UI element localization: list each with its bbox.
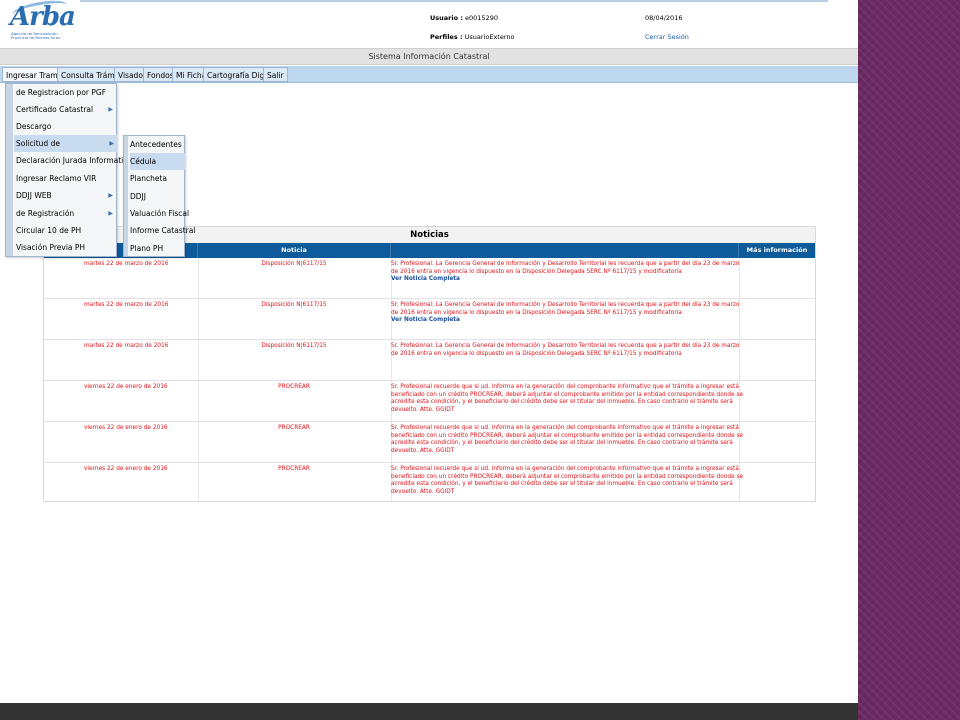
menu-salir[interactable]: Salir <box>263 67 288 82</box>
solicitud-de-submenu: Antecedentes Cédula Plancheta DDJJ Valua… <box>123 135 195 257</box>
news-date: viernes 22 de enero de 2016 <box>84 384 168 390</box>
news-header-blank <box>391 243 739 258</box>
dropdown-item-label: de Registración <box>16 209 75 218</box>
user-value: e0015290 <box>465 14 498 22</box>
dropdown-item-label: DDJJ WEB <box>16 191 52 200</box>
ver-noticia-link[interactable]: Ver Noticia Completa <box>391 276 746 284</box>
dropdown-strip <box>6 84 13 256</box>
dropdown-item-visacion-previa-ph[interactable]: Visación Previa PH <box>16 239 116 256</box>
news-header-noticia: Noticia <box>198 243 391 258</box>
ingresar-tramite-dropdown: de Registracion por PGF Certificado Cata… <box>5 83 132 257</box>
logout-link[interactable]: Cerrar Sesión <box>645 33 689 41</box>
main-menubar: Ingresar Tramite Consulta Trámite Visado… <box>0 66 858 83</box>
header-date: 08/04/2016 <box>645 14 683 22</box>
profile-info: Perfiles : UsuarioExterno <box>430 33 515 41</box>
submenu-item-informe-catastral[interactable]: Informe Catastral <box>130 222 195 239</box>
submenu-item-plancheta[interactable]: Plancheta <box>130 170 185 187</box>
news-type: PROCREAR <box>278 466 310 472</box>
user-label: Usuario : <box>430 14 463 22</box>
news-date: viernes 22 de enero de 2016 <box>84 466 168 472</box>
news-message: Sr. Profesional: La Gerencia General de … <box>391 261 746 284</box>
submenu-strip <box>124 136 128 256</box>
news-date: viernes 22 de enero de 2016 <box>84 425 168 431</box>
dropdown-item-de-registracion[interactable]: de Registración ▶ <box>16 205 116 222</box>
dropdown-item-label: Certificado Catastral <box>16 105 94 114</box>
submenu-item-plano-ph[interactable]: Plano PH <box>130 240 185 257</box>
news-message-text: Sr. Profesional: La Gerencia General de … <box>391 343 740 357</box>
dropdown-item-registracion-pgf[interactable]: de Registracion por PGF <box>16 84 116 101</box>
system-title: Sistema Información Catastral <box>0 48 858 65</box>
dropdown-item-declaracion-jurada[interactable]: Declaración Jurada Informativa <box>16 152 132 169</box>
arba-logo[interactable]: Arba Agencia de Recaudación Provincia de… <box>10 0 76 46</box>
profile-label: Perfiles : <box>430 33 463 41</box>
news-row: viernes 22 de enero de 2016 PROCREAR Sr.… <box>44 381 815 422</box>
submenu-arrow-icon: ▶ <box>108 192 113 199</box>
news-row: martes 22 de marzo de 2016 Disposición N… <box>44 299 815 340</box>
dropdown-item-label: Declaración Jurada Informativa <box>16 156 133 165</box>
dropdown-item-label: Circular 10 de PH <box>16 226 82 235</box>
submenu-item-cedula[interactable]: Cédula <box>130 153 185 170</box>
news-message: Sr. Profesional: La Gerencia General de … <box>391 302 746 325</box>
dropdown-item-solicitud-de[interactable]: Solicitud de ▶ <box>14 135 117 152</box>
dropdown-item-circular-10-ph[interactable]: Circular 10 de PH <box>16 222 116 239</box>
news-row: martes 22 de marzo de 2016 Disposición N… <box>44 340 815 381</box>
news-row: martes 22 de marzo de 2016 Disposición N… <box>44 258 815 299</box>
news-message: Sr. Profesional recuerde que si ud. info… <box>391 466 744 495</box>
news-message-text: Sr. Profesional: La Gerencia General de … <box>391 302 740 316</box>
news-row: viernes 22 de enero de 2016 PROCREAR Sr.… <box>44 422 815 463</box>
news-type: Disposición N|6117/15 <box>261 261 327 267</box>
profile-value: UsuarioExterno <box>464 33 515 41</box>
bottom-bar <box>0 703 858 720</box>
news-type: Disposición N|6117/15 <box>261 302 327 308</box>
news-message: Sr. Profesional recuerde que si ud. info… <box>391 425 744 454</box>
news-type: PROCREAR <box>278 425 310 431</box>
submenu-item-ddjj[interactable]: DDJJ <box>130 188 185 205</box>
news-date: martes 22 de marzo de 2016 <box>84 261 169 267</box>
news-date: martes 22 de marzo de 2016 <box>84 302 169 308</box>
ver-noticia-link[interactable]: Ver Noticia Completa <box>391 317 746 325</box>
news-table: Noticias Noticia Más información martes … <box>43 226 816 504</box>
news-type: Disposición N|6117/15 <box>261 343 327 349</box>
dropdown-item-descargo[interactable]: Descargo <box>16 118 116 135</box>
dropdown-item-label: Solicitud de <box>16 139 60 148</box>
submenu-item-valuacion-fiscal[interactable]: Valuación Fiscal <box>130 205 189 222</box>
submenu-arrow-icon: ▶ <box>108 210 113 217</box>
logo-text: Arba <box>10 2 76 32</box>
user-info: Usuario : e0015290 <box>430 14 498 22</box>
submenu-item-antecedentes[interactable]: Antecedentes <box>130 136 185 153</box>
news-message: Sr. Profesional: La Gerencia General de … <box>391 343 746 358</box>
news-header-mas-informacion: Más información <box>746 246 808 254</box>
dropdown-item-label: de Registracion por PGF <box>16 88 107 97</box>
news-message: Sr. Profesional recuerde que si ud. info… <box>391 384 744 413</box>
news-date: martes 22 de marzo de 2016 <box>84 343 169 349</box>
news-type: PROCREAR <box>278 384 310 390</box>
dropdown-item-label: Descargo <box>16 122 52 131</box>
submenu-arrow-icon: ▶ <box>108 106 113 113</box>
page-header: Arba Agencia de Recaudación Provincia de… <box>0 0 858 48</box>
logo-subtitle: Agencia de Recaudación Provincia de Buen… <box>11 31 61 41</box>
submenu-arrow-icon: ▶ <box>109 140 114 147</box>
dropdown-item-label: Ingresar Reclamo VIR <box>16 174 97 183</box>
decorative-side-panel <box>858 0 960 720</box>
header-top-line <box>80 0 828 2</box>
news-message-text: Sr. Profesional: La Gerencia General de … <box>391 261 740 275</box>
dropdown-item-ddjj-web[interactable]: DDJJ WEB ▶ <box>16 187 116 204</box>
dropdown-item-reclamo-vir[interactable]: Ingresar Reclamo VIR <box>16 170 116 187</box>
dropdown-item-certificado-catastral[interactable]: Certificado Catastral ▶ <box>16 101 116 118</box>
news-row: viernes 22 de enero de 2016 PROCREAR Sr.… <box>44 463 815 504</box>
dropdown-item-label: Visación Previa PH <box>16 243 86 252</box>
